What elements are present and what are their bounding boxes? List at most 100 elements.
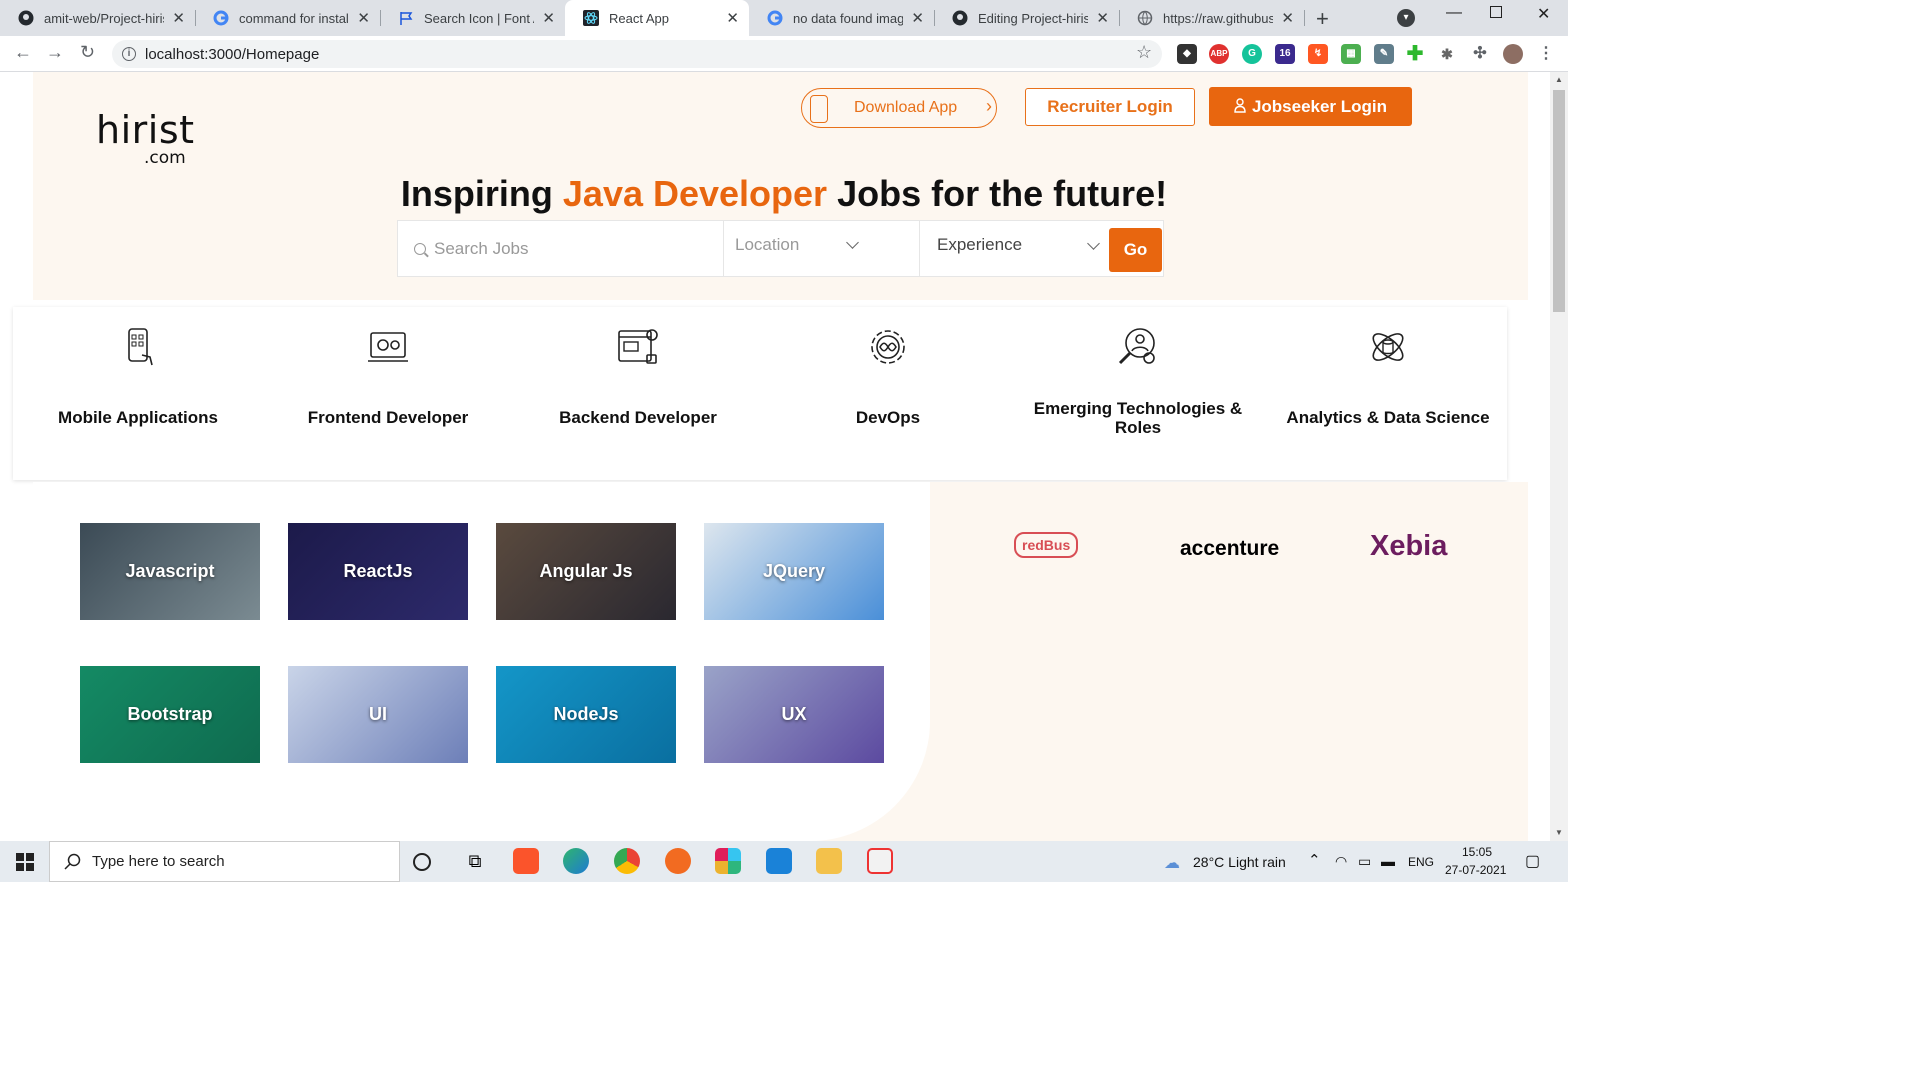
brave-browser-icon[interactable] — [513, 848, 539, 874]
page-scrollbar[interactable]: ▲ ▼ — [1550, 72, 1568, 841]
close-tab-icon[interactable]: ✕ — [911, 9, 924, 27]
weather-icon: ☁ — [1164, 855, 1180, 872]
clock-date[interactable]: 27-07-2021 — [1445, 863, 1506, 877]
paint-app-icon[interactable] — [867, 848, 893, 874]
close-tab-icon[interactable]: ✕ — [172, 9, 185, 27]
frontend-gear-icon — [368, 332, 408, 362]
skill-tile-nodejs[interactable]: NodeJs — [496, 666, 676, 763]
company-logo-accenture[interactable]: accenture — [1180, 537, 1279, 561]
new-tab-icon[interactable]: + — [1316, 6, 1329, 32]
category-frontend-developer[interactable]: Frontend Developer — [263, 307, 513, 480]
browser-tab-active[interactable]: React App ✕ — [565, 0, 749, 36]
github-icon — [18, 10, 34, 26]
taskbar-search-input[interactable]: Type here to search — [49, 841, 400, 882]
browser-tab[interactable]: no data found image ✕ — [749, 0, 934, 36]
category-backend-developer[interactable]: Backend Developer — [513, 307, 763, 480]
battery-icon[interactable]: ▬ — [1381, 853, 1395, 869]
category-emerging-technologies[interactable]: Emerging Technologies & Roles — [1013, 307, 1263, 480]
browser-tab[interactable]: command for install n ✕ — [195, 0, 380, 36]
minimize-icon[interactable]: — — [1446, 4, 1462, 22]
chevron-down-icon — [1087, 237, 1100, 250]
search-jobs-input[interactable]: Search Jobs — [398, 221, 724, 277]
language-indicator[interactable]: ENG — [1408, 855, 1434, 869]
skill-tile-bootstrap[interactable]: Bootstrap — [80, 666, 260, 763]
close-window-icon[interactable]: ✕ — [1537, 4, 1550, 24]
skill-tile-ux[interactable]: UX — [704, 666, 884, 763]
avatar[interactable] — [1503, 44, 1523, 64]
windows-start-icon[interactable] — [16, 853, 34, 871]
scrollbar-thumb[interactable] — [1553, 90, 1565, 312]
page-viewport: hirist .com Download App › Recruiter Log… — [0, 72, 1568, 841]
download-app-button[interactable]: Download App › — [801, 88, 997, 128]
skill-tile-jquery[interactable]: JQuery — [704, 523, 884, 620]
notifications-icon[interactable]: ▢ — [1525, 851, 1540, 871]
scroll-down-icon[interactable]: ▼ — [1555, 828, 1563, 837]
skill-tile-javascript[interactable]: Javascript — [80, 523, 260, 620]
postman-icon[interactable] — [665, 848, 691, 874]
browser-toolbar: ← → ↻ i localhost:3000/Homepage ☆ ◆ ABP … — [0, 36, 1568, 72]
eyedropper-extension-icon[interactable]: ✎ — [1374, 44, 1394, 64]
skill-tile-ui[interactable]: UI — [288, 666, 468, 763]
close-tab-icon[interactable]: ✕ — [1096, 9, 1109, 27]
browser-tab[interactable]: Search Icon | Font Aw ✕ — [380, 0, 565, 36]
company-logo-xebia[interactable]: Xebia — [1370, 530, 1447, 563]
weather-text[interactable]: 28°C Light rain — [1193, 854, 1286, 870]
wifi-icon[interactable]: ◠ — [1335, 853, 1347, 870]
category-analytics-data-science[interactable]: Analytics & Data Science — [1263, 307, 1513, 480]
bookmark-star-icon[interactable]: ☆ — [1136, 42, 1152, 63]
close-tab-icon[interactable]: ✕ — [542, 9, 555, 27]
browser-tab[interactable]: https://raw.githubuser ✕ — [1119, 0, 1304, 36]
extension-badge-icon[interactable]: 16 — [1275, 44, 1295, 64]
jobseeker-login-button[interactable]: Jobseeker Login — [1209, 87, 1412, 126]
maximize-icon[interactable] — [1490, 6, 1502, 18]
google-icon — [213, 10, 229, 26]
back-icon[interactable]: ← — [14, 42, 32, 63]
file-explorer-icon[interactable] — [816, 848, 842, 874]
clock-time[interactable]: 15:05 — [1462, 845, 1492, 859]
browser-tab[interactable]: Editing Project-hirist-c ✕ — [934, 0, 1119, 36]
chrome-browser-icon[interactable] — [614, 848, 640, 874]
scroll-up-icon[interactable]: ▲ — [1555, 75, 1563, 84]
chevron-up-icon[interactable]: ⌃ — [1308, 851, 1321, 869]
company-logo-redbus[interactable]: redBus — [1014, 532, 1079, 558]
vscode-icon[interactable] — [766, 848, 792, 874]
brave-shield-extension-icon[interactable]: ◆ — [1177, 44, 1197, 64]
adblock-extension-icon[interactable]: ABP — [1209, 44, 1229, 64]
forward-icon[interactable]: → — [46, 42, 64, 63]
cortana-icon[interactable] — [413, 853, 431, 871]
site-info-icon[interactable]: i — [122, 47, 136, 61]
recruiter-login-button[interactable]: Recruiter Login — [1025, 88, 1195, 126]
slack-icon[interactable] — [715, 848, 741, 874]
browser-menu-icon[interactable]: ⋮ — [1536, 44, 1556, 64]
search-jobs-placeholder: Search Jobs — [434, 239, 529, 258]
category-mobile-applications[interactable]: Mobile Applications — [13, 307, 263, 480]
browser-tab[interactable]: amit-web/Project-hiris ✕ — [0, 0, 195, 36]
tab-title: React App — [609, 10, 669, 26]
location-select[interactable]: Location — [724, 221, 920, 277]
edge-browser-icon[interactable] — [563, 848, 589, 874]
close-tab-icon[interactable]: ✕ — [1281, 9, 1294, 27]
grammarly-extension-icon[interactable]: G — [1242, 44, 1262, 64]
plus-extension-icon[interactable]: ✚ — [1405, 44, 1425, 64]
task-view-icon[interactable]: ⧉ — [462, 848, 488, 874]
experience-select[interactable]: Experience — [921, 221, 1107, 277]
react-icon — [583, 10, 599, 26]
reload-icon[interactable]: ↻ — [80, 42, 95, 63]
calendar-extension-icon[interactable]: ▦ — [1341, 44, 1361, 64]
category-devops[interactable]: DevOps — [763, 307, 1013, 480]
skill-tile-reactjs[interactable]: ReactJs — [288, 523, 468, 620]
address-bar[interactable]: i localhost:3000/Homepage — [112, 40, 1162, 68]
tab-search-icon[interactable]: ▾ — [1397, 9, 1415, 27]
hirist-logo[interactable]: hirist .com — [96, 108, 195, 168]
skill-tile-angularjs[interactable]: Angular Js — [496, 523, 676, 620]
settings-extension-icon[interactable]: ✱ — [1437, 44, 1457, 64]
close-tab-icon[interactable]: ✕ — [726, 9, 739, 27]
network-icon[interactable]: ▭ — [1358, 853, 1371, 870]
location-placeholder: Location — [735, 235, 800, 254]
extensions-puzzle-icon[interactable]: ✣ — [1470, 44, 1490, 64]
skill-label: JQuery — [762, 561, 826, 581]
go-button[interactable]: Go — [1109, 228, 1162, 272]
extension-icon[interactable]: ↯ — [1308, 44, 1328, 64]
backend-screen-icon — [618, 329, 658, 364]
close-tab-icon[interactable]: ✕ — [357, 9, 370, 27]
